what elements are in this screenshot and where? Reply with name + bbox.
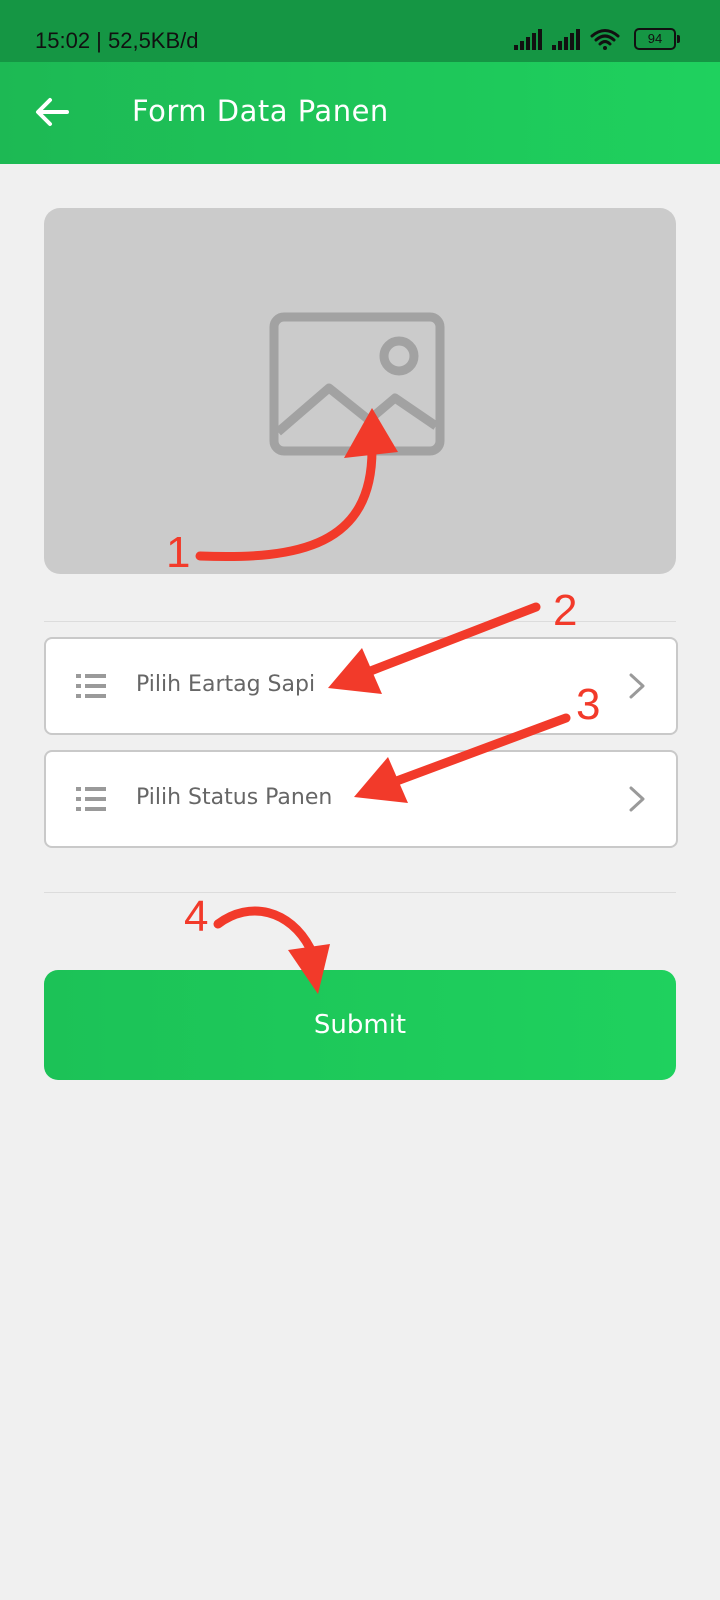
image-placeholder-icon bbox=[269, 312, 445, 456]
signal-icon bbox=[514, 29, 542, 50]
signal-icon bbox=[552, 29, 580, 50]
status-time: 15:02 | 52,5KB/d bbox=[35, 28, 199, 53]
image-picker[interactable] bbox=[44, 208, 676, 574]
wifi-icon bbox=[590, 29, 620, 50]
status-bar: 15:02 | 52,5KB/d 94 bbox=[0, 0, 720, 62]
divider bbox=[44, 621, 676, 622]
eartag-select-label: Pilih Eartag Sapi bbox=[136, 672, 316, 697]
status-icons: 94 bbox=[514, 28, 680, 50]
annotation-number-4: 4 bbox=[184, 892, 209, 941]
back-button[interactable] bbox=[30, 90, 74, 134]
eartag-select[interactable]: Pilih Eartag Sapi bbox=[44, 637, 678, 735]
list-icon bbox=[76, 674, 106, 698]
chevron-right-icon bbox=[629, 786, 645, 812]
app-bar: Form Data Panen bbox=[0, 62, 720, 164]
annotation-number-2: 2 bbox=[553, 586, 578, 635]
battery-icon: 94 bbox=[634, 28, 680, 50]
status-panen-select[interactable]: Pilih Status Panen bbox=[44, 750, 678, 848]
chevron-right-icon bbox=[629, 673, 645, 699]
status-panen-select-label: Pilih Status Panen bbox=[136, 785, 333, 810]
submit-button[interactable]: Submit bbox=[44, 970, 676, 1080]
divider bbox=[44, 892, 676, 893]
arrow-left-icon bbox=[36, 98, 69, 126]
list-icon bbox=[76, 787, 106, 811]
page-title: Form Data Panen bbox=[132, 94, 389, 128]
